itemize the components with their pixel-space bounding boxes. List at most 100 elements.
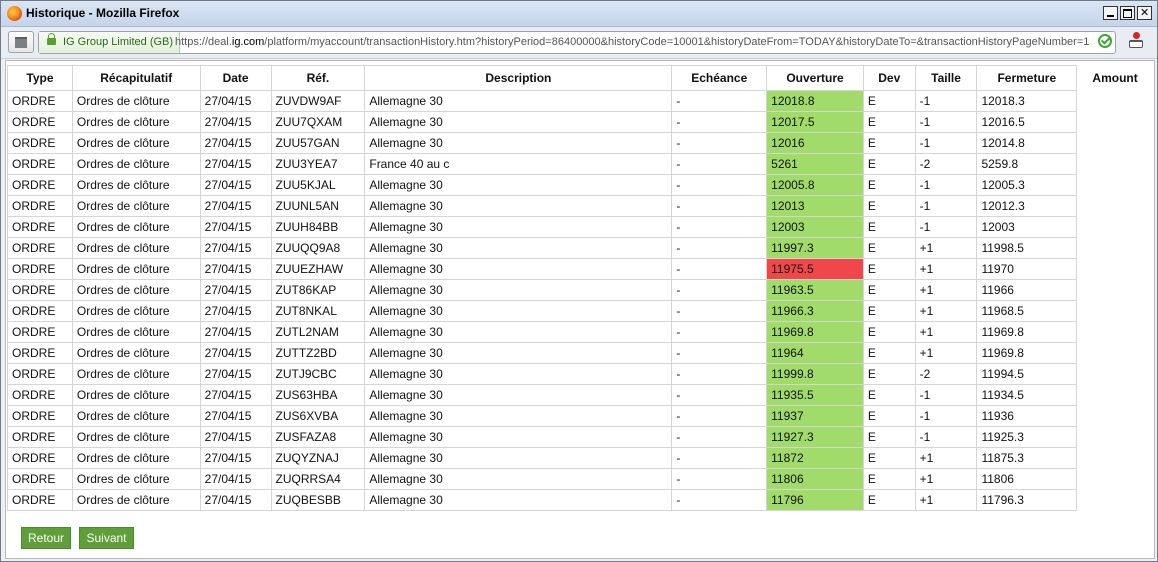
cell-description: Allemagne 30 xyxy=(364,489,673,511)
cell-taille: +1 xyxy=(914,321,978,343)
cell-taille: +1 xyxy=(914,237,978,259)
table-row[interactable]: ORDRE Ordres de clôture 27/04/15 ZUUQQ9A8 Al… xyxy=(7,237,1154,259)
header-taille[interactable]: Taille xyxy=(914,65,978,91)
header-echeance[interactable]: Echéance xyxy=(671,65,768,91)
cell-dev: E xyxy=(862,153,916,175)
header-date[interactable]: Date xyxy=(199,65,272,91)
header-dev[interactable]: Dev xyxy=(862,65,916,91)
cell-recap: Ordres de clôture xyxy=(71,321,201,343)
table-row[interactable]: ORDRE Ordres de clôture 27/04/15 ZUU57GAN Al… xyxy=(7,132,1154,154)
table-row[interactable]: ORDRE Ordres de clôture 27/04/15 ZUTJ9CBC Al… xyxy=(7,363,1154,385)
cell-date: 27/04/15 xyxy=(199,468,272,490)
header-ref[interactable]: Réf. xyxy=(270,65,366,91)
page-content: Type Récapitulatif Date Réf. Description… xyxy=(5,60,1155,559)
cell-description: Allemagne 30 xyxy=(364,195,673,217)
table-row[interactable]: ORDRE Ordres de clôture 27/04/15 ZUU5KJAL Al… xyxy=(7,174,1154,196)
cell-date: 27/04/15 xyxy=(199,90,272,112)
cell-recap: Ordres de clôture xyxy=(71,363,201,385)
table-row[interactable]: ORDRE Ordres de clôture 27/04/15 ZUS6XVBA Al… xyxy=(7,405,1154,427)
cell-amount xyxy=(1077,91,1154,112)
cell-taille: -1 xyxy=(914,426,978,448)
table-row[interactable]: ORDRE Ordres de clôture 27/04/15 ZUQYZNAJ Al… xyxy=(7,447,1154,469)
cell-type: ORDRE xyxy=(7,384,73,406)
cell-taille: -1 xyxy=(914,174,978,196)
cell-taille: +1 xyxy=(914,468,978,490)
table-row[interactable]: ORDRE Ordres de clôture 27/04/15 ZUQRRSA4 Al… xyxy=(7,468,1154,490)
cell-ouverture: 5261 xyxy=(766,153,864,175)
cell-taille: +1 xyxy=(914,300,978,322)
table-row[interactable]: ORDRE Ordres de clôture 27/04/15 ZUTL2NAM Al… xyxy=(7,321,1154,343)
cell-amount xyxy=(1077,385,1154,406)
table-row[interactable]: ORDRE Ordres de clôture 27/04/15 ZUU7QXAM Al… xyxy=(7,111,1154,133)
cell-ref: ZUS6XVBA xyxy=(270,405,366,427)
cell-echeance: - xyxy=(671,174,768,196)
cell-date: 27/04/15 xyxy=(199,321,272,343)
cell-recap: Ordres de clôture xyxy=(71,216,201,238)
cell-date: 27/04/15 xyxy=(199,279,272,301)
table-row[interactable]: ORDRE Ordres de clôture 27/04/15 ZUT8NKAL Al… xyxy=(7,300,1154,322)
cell-date: 27/04/15 xyxy=(199,405,272,427)
header-fermeture[interactable]: Fermeture xyxy=(976,65,1078,91)
cell-dev: E xyxy=(862,195,916,217)
cell-description: Allemagne 30 xyxy=(364,237,673,259)
table-row[interactable]: ORDRE Ordres de clôture 27/04/15 ZUSFAZA8 Al… xyxy=(7,426,1154,448)
table-row[interactable]: ORDRE Ordres de clôture 27/04/15 ZUQBESBB Al… xyxy=(7,489,1154,511)
cell-taille: -1 xyxy=(914,405,978,427)
cell-amount xyxy=(1077,490,1154,511)
cell-ref: ZUU7QXAM xyxy=(270,111,366,133)
verified-check-icon[interactable] xyxy=(1098,34,1112,48)
site-identity-button[interactable]: IG Group Limited (GB) xyxy=(39,32,181,53)
cell-recap: Ordres de clôture xyxy=(71,342,201,364)
cell-dev: E xyxy=(862,363,916,385)
back-button[interactable]: Retour xyxy=(21,527,72,549)
next-button[interactable]: Suivant xyxy=(79,527,134,549)
table-row[interactable]: ORDRE Ordres de clôture 27/04/15 ZUUEZHAW Al… xyxy=(7,258,1154,280)
cell-ref: ZUSFAZA8 xyxy=(270,426,366,448)
cell-type: ORDRE xyxy=(7,468,73,490)
minimize-button[interactable] xyxy=(1103,6,1118,20)
cell-description: Allemagne 30 xyxy=(364,342,673,364)
table-row[interactable]: ORDRE Ordres de clôture 27/04/15 ZUT86KAP Al… xyxy=(7,279,1154,301)
tab-groups-icon[interactable] xyxy=(8,31,34,53)
url-text[interactable]: https://deal.ig.com/platform/myaccount/t… xyxy=(175,32,1090,53)
table-row[interactable]: ORDRE Ordres de clôture 27/04/15 ZUUH84BB Al… xyxy=(7,216,1154,238)
cell-type: ORDRE xyxy=(7,405,73,427)
cell-type: ORDRE xyxy=(7,153,73,175)
notification-icon[interactable] xyxy=(1128,32,1144,50)
cell-recap: Ordres de clôture xyxy=(71,153,201,175)
cell-taille: -2 xyxy=(914,153,978,175)
window-title: Historique - Mozilla Firefox xyxy=(26,6,180,20)
table-row[interactable]: ORDRE Ordres de clôture 27/04/15 ZUU3YEA7 Fr… xyxy=(7,153,1154,175)
cell-recap: Ordres de clôture xyxy=(71,111,201,133)
table-row[interactable]: ORDRE Ordres de clôture 27/04/15 ZUS63HBA Al… xyxy=(7,384,1154,406)
header-description[interactable]: Description xyxy=(364,65,673,91)
table-row[interactable]: ORDRE Ordres de clôture 27/04/15 ZUUNL5AN Al… xyxy=(7,195,1154,217)
cell-taille: -1 xyxy=(914,132,978,154)
cell-date: 27/04/15 xyxy=(199,258,272,280)
cell-taille: -1 xyxy=(914,111,978,133)
address-bar[interactable]: IG Group Limited (GB) https://deal.ig.co… xyxy=(38,31,1116,54)
table-row[interactable]: ORDRE Ordres de clôture 27/04/15 ZUVDW9AF Al… xyxy=(7,90,1154,112)
cell-amount xyxy=(1077,406,1154,427)
header-amount[interactable]: Amount xyxy=(1077,66,1154,91)
cell-fermeture: 11969.8 xyxy=(976,342,1078,364)
cell-amount xyxy=(1077,196,1154,217)
navigation-bar: IG Group Limited (GB) https://deal.ig.co… xyxy=(1,27,1157,59)
cell-recap: Ordres de clôture xyxy=(71,300,201,322)
maximize-button[interactable] xyxy=(1120,6,1135,20)
cell-fermeture: 11969.8 xyxy=(976,321,1078,343)
cell-echeance: - xyxy=(671,195,768,217)
header-recap[interactable]: Récapitulatif xyxy=(71,65,201,91)
close-button[interactable] xyxy=(1137,6,1152,20)
cell-echeance: - xyxy=(671,384,768,406)
cell-ref: ZUVDW9AF xyxy=(270,90,366,112)
header-ouverture[interactable]: Ouverture xyxy=(766,65,864,91)
cell-date: 27/04/15 xyxy=(199,363,272,385)
cell-type: ORDRE xyxy=(7,447,73,469)
cell-echeance: - xyxy=(671,405,768,427)
cell-fermeture: 5259.8 xyxy=(976,153,1078,175)
cell-dev: E xyxy=(862,237,916,259)
table-row[interactable]: ORDRE Ordres de clôture 27/04/15 ZUTTZ2BD Al… xyxy=(7,342,1154,364)
header-type[interactable]: Type xyxy=(7,65,73,91)
cell-date: 27/04/15 xyxy=(199,216,272,238)
